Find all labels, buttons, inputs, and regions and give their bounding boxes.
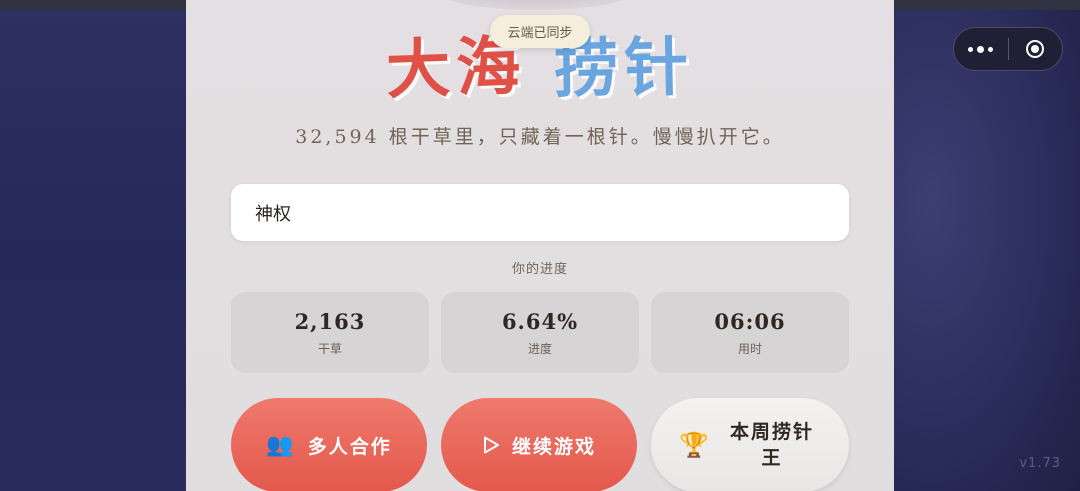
stat-time: 06:06 用时: [651, 292, 849, 373]
people-icon: 👥: [266, 432, 296, 458]
version-label: v1.73: [1019, 456, 1061, 471]
more-dot-center: [977, 45, 985, 53]
search-input-box[interactable]: [231, 184, 849, 241]
cloud-sync-badge: 云端已同步: [490, 15, 590, 48]
progress-label: 你的进度: [511, 262, 568, 277]
stat-time-value: 06:06: [714, 308, 786, 334]
close-button[interactable]: [1008, 28, 1062, 70]
background-right: [894, 10, 1080, 491]
multiplayer-label: 多人合作: [307, 435, 392, 458]
panel-glow: [436, 0, 636, 10]
target-close-icon: [1026, 40, 1045, 58]
weekly-rank-button[interactable]: 🏆 本周捞针王: [651, 398, 849, 491]
continue-button[interactable]: 继续游戏: [441, 398, 637, 491]
continue-label: 继续游戏: [511, 435, 596, 458]
more-dots-icon: [968, 46, 974, 52]
multiplayer-button[interactable]: 👥 多人合作: [231, 398, 427, 491]
game-panel: 云端已同步 大海 捞针 32,594 根干草里，只藏着一根针。慢慢扒开它。 你的…: [186, 0, 894, 491]
stat-hay: 2,163 干草: [231, 292, 429, 373]
stat-time-label: 用时: [737, 341, 762, 356]
trophy-icon: 🏆: [679, 430, 711, 459]
stat-progress-label: 进度: [527, 341, 552, 356]
weekly-rank-label: 本周捞针王: [729, 421, 814, 469]
more-button[interactable]: [954, 28, 1008, 70]
mini-program-capsule: [953, 27, 1063, 71]
subtitle: 32,594 根干草里，只藏着一根针。慢慢扒开它。: [295, 126, 785, 148]
stat-hay-value: 2,163: [294, 308, 366, 334]
more-dot-right: [988, 46, 994, 52]
play-icon: [483, 436, 499, 454]
background-left: [0, 10, 186, 491]
stat-progress-value: 6.64%: [501, 308, 579, 334]
stat-hay-label: 干草: [317, 341, 342, 356]
stat-progress: 6.64% 进度: [441, 292, 639, 373]
search-input[interactable]: [253, 201, 827, 224]
